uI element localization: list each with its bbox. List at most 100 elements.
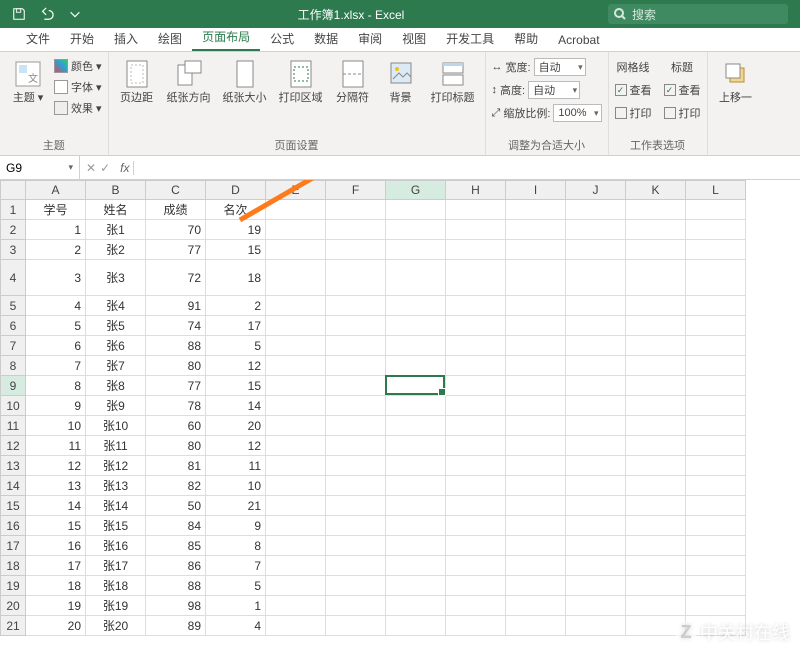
cell[interactable]: 1: [26, 220, 86, 240]
cell[interactable]: [506, 536, 566, 556]
cell[interactable]: 张2: [86, 240, 146, 260]
cell[interactable]: 74: [146, 316, 206, 336]
scale-width-dropdown[interactable]: 自动: [534, 58, 586, 76]
cell[interactable]: 80: [146, 356, 206, 376]
tab-页面布局[interactable]: 页面布局: [192, 24, 260, 51]
size-button[interactable]: 纸张大小: [219, 56, 271, 107]
cell[interactable]: [446, 616, 506, 636]
cell[interactable]: 12: [206, 356, 266, 376]
cell[interactable]: 张9: [86, 396, 146, 416]
cell[interactable]: [386, 516, 446, 536]
background-button[interactable]: 背景: [379, 56, 423, 107]
cell[interactable]: 13: [26, 476, 86, 496]
cell[interactable]: [686, 296, 746, 316]
cell[interactable]: [266, 596, 326, 616]
cell[interactable]: 5: [26, 316, 86, 336]
cell[interactable]: 张20: [86, 616, 146, 636]
tab-视图[interactable]: 视图: [392, 26, 436, 51]
cell[interactable]: [566, 616, 626, 636]
cell[interactable]: [566, 356, 626, 376]
row-header[interactable]: 7: [0, 336, 26, 356]
cell[interactable]: 50: [146, 496, 206, 516]
cell[interactable]: 3: [26, 260, 86, 296]
cell[interactable]: [686, 516, 746, 536]
cell[interactable]: [626, 496, 686, 516]
cell[interactable]: [566, 376, 626, 396]
cell[interactable]: [506, 496, 566, 516]
cell[interactable]: [386, 556, 446, 576]
cell[interactable]: [326, 336, 386, 356]
cell[interactable]: 91: [146, 296, 206, 316]
cell[interactable]: [506, 260, 566, 296]
cell[interactable]: 张14: [86, 496, 146, 516]
cell[interactable]: [386, 456, 446, 476]
cell[interactable]: 5: [206, 336, 266, 356]
cell[interactable]: 张17: [86, 556, 146, 576]
column-header[interactable]: K: [626, 180, 686, 200]
cell[interactable]: [326, 416, 386, 436]
cell[interactable]: 77: [146, 240, 206, 260]
cell[interactable]: 4: [206, 616, 266, 636]
cell[interactable]: [686, 240, 746, 260]
row-header[interactable]: 19: [0, 576, 26, 596]
cell[interactable]: 张5: [86, 316, 146, 336]
theme-effects-button[interactable]: 效果 ▾: [54, 98, 102, 118]
cell[interactable]: [386, 200, 446, 220]
tab-文件[interactable]: 文件: [16, 26, 60, 51]
tab-公式[interactable]: 公式: [260, 26, 304, 51]
cell[interactable]: 14: [26, 496, 86, 516]
cell[interactable]: 20: [26, 616, 86, 636]
cell[interactable]: [686, 376, 746, 396]
cell[interactable]: [626, 576, 686, 596]
cell[interactable]: [326, 496, 386, 516]
cell[interactable]: [386, 476, 446, 496]
column-header[interactable]: B: [86, 180, 146, 200]
cell[interactable]: 张18: [86, 576, 146, 596]
cell[interactable]: [626, 456, 686, 476]
row-header[interactable]: 2: [0, 220, 26, 240]
cell[interactable]: [626, 556, 686, 576]
cell[interactable]: [386, 220, 446, 240]
cell[interactable]: [326, 556, 386, 576]
cell[interactable]: [566, 416, 626, 436]
cell[interactable]: [506, 596, 566, 616]
breaks-button[interactable]: 分隔符: [331, 56, 375, 107]
cell[interactable]: 11: [206, 456, 266, 476]
cell[interactable]: [626, 240, 686, 260]
cell[interactable]: [266, 556, 326, 576]
cell[interactable]: 80: [146, 436, 206, 456]
cell[interactable]: [446, 376, 506, 396]
cell[interactable]: [566, 260, 626, 296]
cell[interactable]: [506, 456, 566, 476]
row-header[interactable]: 3: [0, 240, 26, 260]
tab-插入[interactable]: 插入: [104, 26, 148, 51]
cell[interactable]: [506, 356, 566, 376]
cell[interactable]: [686, 220, 746, 240]
cell[interactable]: 17: [26, 556, 86, 576]
row-header[interactable]: 17: [0, 536, 26, 556]
cell[interactable]: [566, 316, 626, 336]
cell[interactable]: [446, 496, 506, 516]
cell[interactable]: 张12: [86, 456, 146, 476]
cell[interactable]: [506, 296, 566, 316]
cell[interactable]: 82: [146, 476, 206, 496]
tab-帮助[interactable]: 帮助: [504, 26, 548, 51]
cell[interactable]: [686, 336, 746, 356]
cell[interactable]: 12: [26, 456, 86, 476]
cell[interactable]: 张11: [86, 436, 146, 456]
cell[interactable]: 6: [26, 336, 86, 356]
cell[interactable]: 15: [206, 376, 266, 396]
cell[interactable]: [386, 596, 446, 616]
cell[interactable]: 18: [26, 576, 86, 596]
cell[interactable]: [266, 356, 326, 376]
margins-button[interactable]: 页边距: [115, 56, 159, 107]
cell[interactable]: [326, 220, 386, 240]
cell[interactable]: [266, 396, 326, 416]
cell[interactable]: [266, 496, 326, 516]
row-header[interactable]: 21: [0, 616, 26, 636]
cell[interactable]: [626, 416, 686, 436]
cell[interactable]: [626, 476, 686, 496]
cell[interactable]: 20: [206, 416, 266, 436]
cell[interactable]: [326, 356, 386, 376]
cell[interactable]: [506, 616, 566, 636]
